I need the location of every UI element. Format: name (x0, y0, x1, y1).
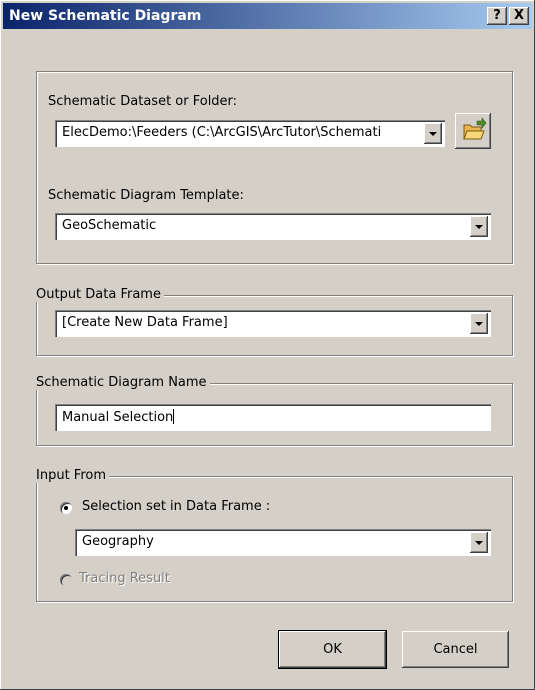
dataset-dropdown-button[interactable] (424, 123, 442, 144)
selection-set-label[interactable]: Selection set in Data Frame : (82, 499, 270, 514)
template-label: Schematic Diagram Template: (48, 188, 244, 203)
close-button[interactable]: X (509, 7, 529, 25)
help-button[interactable]: ? (487, 7, 507, 25)
tracing-result-radio (60, 574, 72, 586)
chevron-down-icon (475, 225, 483, 229)
output-frame-legend: Output Data Frame (33, 287, 164, 302)
template-dropdown[interactable]: GeoSchematic (55, 213, 491, 240)
output-frame-dropdown-button[interactable] (470, 313, 488, 334)
new-schematic-diagram-dialog: New Schematic Diagram ? X Schematic Data… (0, 0, 535, 690)
ok-button[interactable]: OK (278, 630, 387, 669)
chevron-down-icon (429, 132, 437, 136)
template-value: GeoSchematic (62, 218, 157, 233)
dataset-dropdown[interactable]: ElecDemo:\Feeders (C:\ArcGIS\ArcTutor\Sc… (55, 120, 445, 147)
diagram-name-value: Manual Selection (62, 409, 175, 425)
browse-folder-button[interactable] (455, 113, 491, 149)
selection-frame-dropdown[interactable]: Geography (75, 529, 491, 556)
radio-selected-dot (64, 506, 68, 510)
diagram-name-text: Manual Selection (62, 410, 174, 425)
chevron-down-icon (475, 541, 483, 545)
chevron-down-icon (475, 322, 483, 326)
cancel-button[interactable]: Cancel (402, 631, 509, 668)
dataset-label: Schematic Dataset or Folder: (48, 94, 238, 109)
input-from-legend: Input From (33, 468, 110, 483)
tracing-result-label: Tracing Result (79, 571, 170, 586)
selection-set-radio[interactable] (60, 502, 72, 514)
dataset-value: ElecDemo:\Feeders (C:\ArcGIS\ArcTutor\Sc… (62, 125, 382, 140)
selection-frame-dropdown-button[interactable] (470, 532, 488, 553)
diagram-name-input[interactable]: Manual Selection (55, 404, 491, 431)
output-frame-dropdown[interactable]: [Create New Data Frame] (55, 310, 491, 337)
diagram-name-legend: Schematic Diagram Name (33, 375, 210, 390)
title-bar[interactable]: New Schematic Diagram ? X (3, 3, 532, 29)
text-cursor (173, 409, 175, 424)
open-folder-icon (463, 117, 487, 140)
dialog-title: New Schematic Diagram (9, 8, 202, 24)
output-frame-value: [Create New Data Frame] (62, 315, 228, 330)
template-dropdown-button[interactable] (470, 216, 488, 237)
selection-frame-value: Geography (82, 534, 154, 549)
